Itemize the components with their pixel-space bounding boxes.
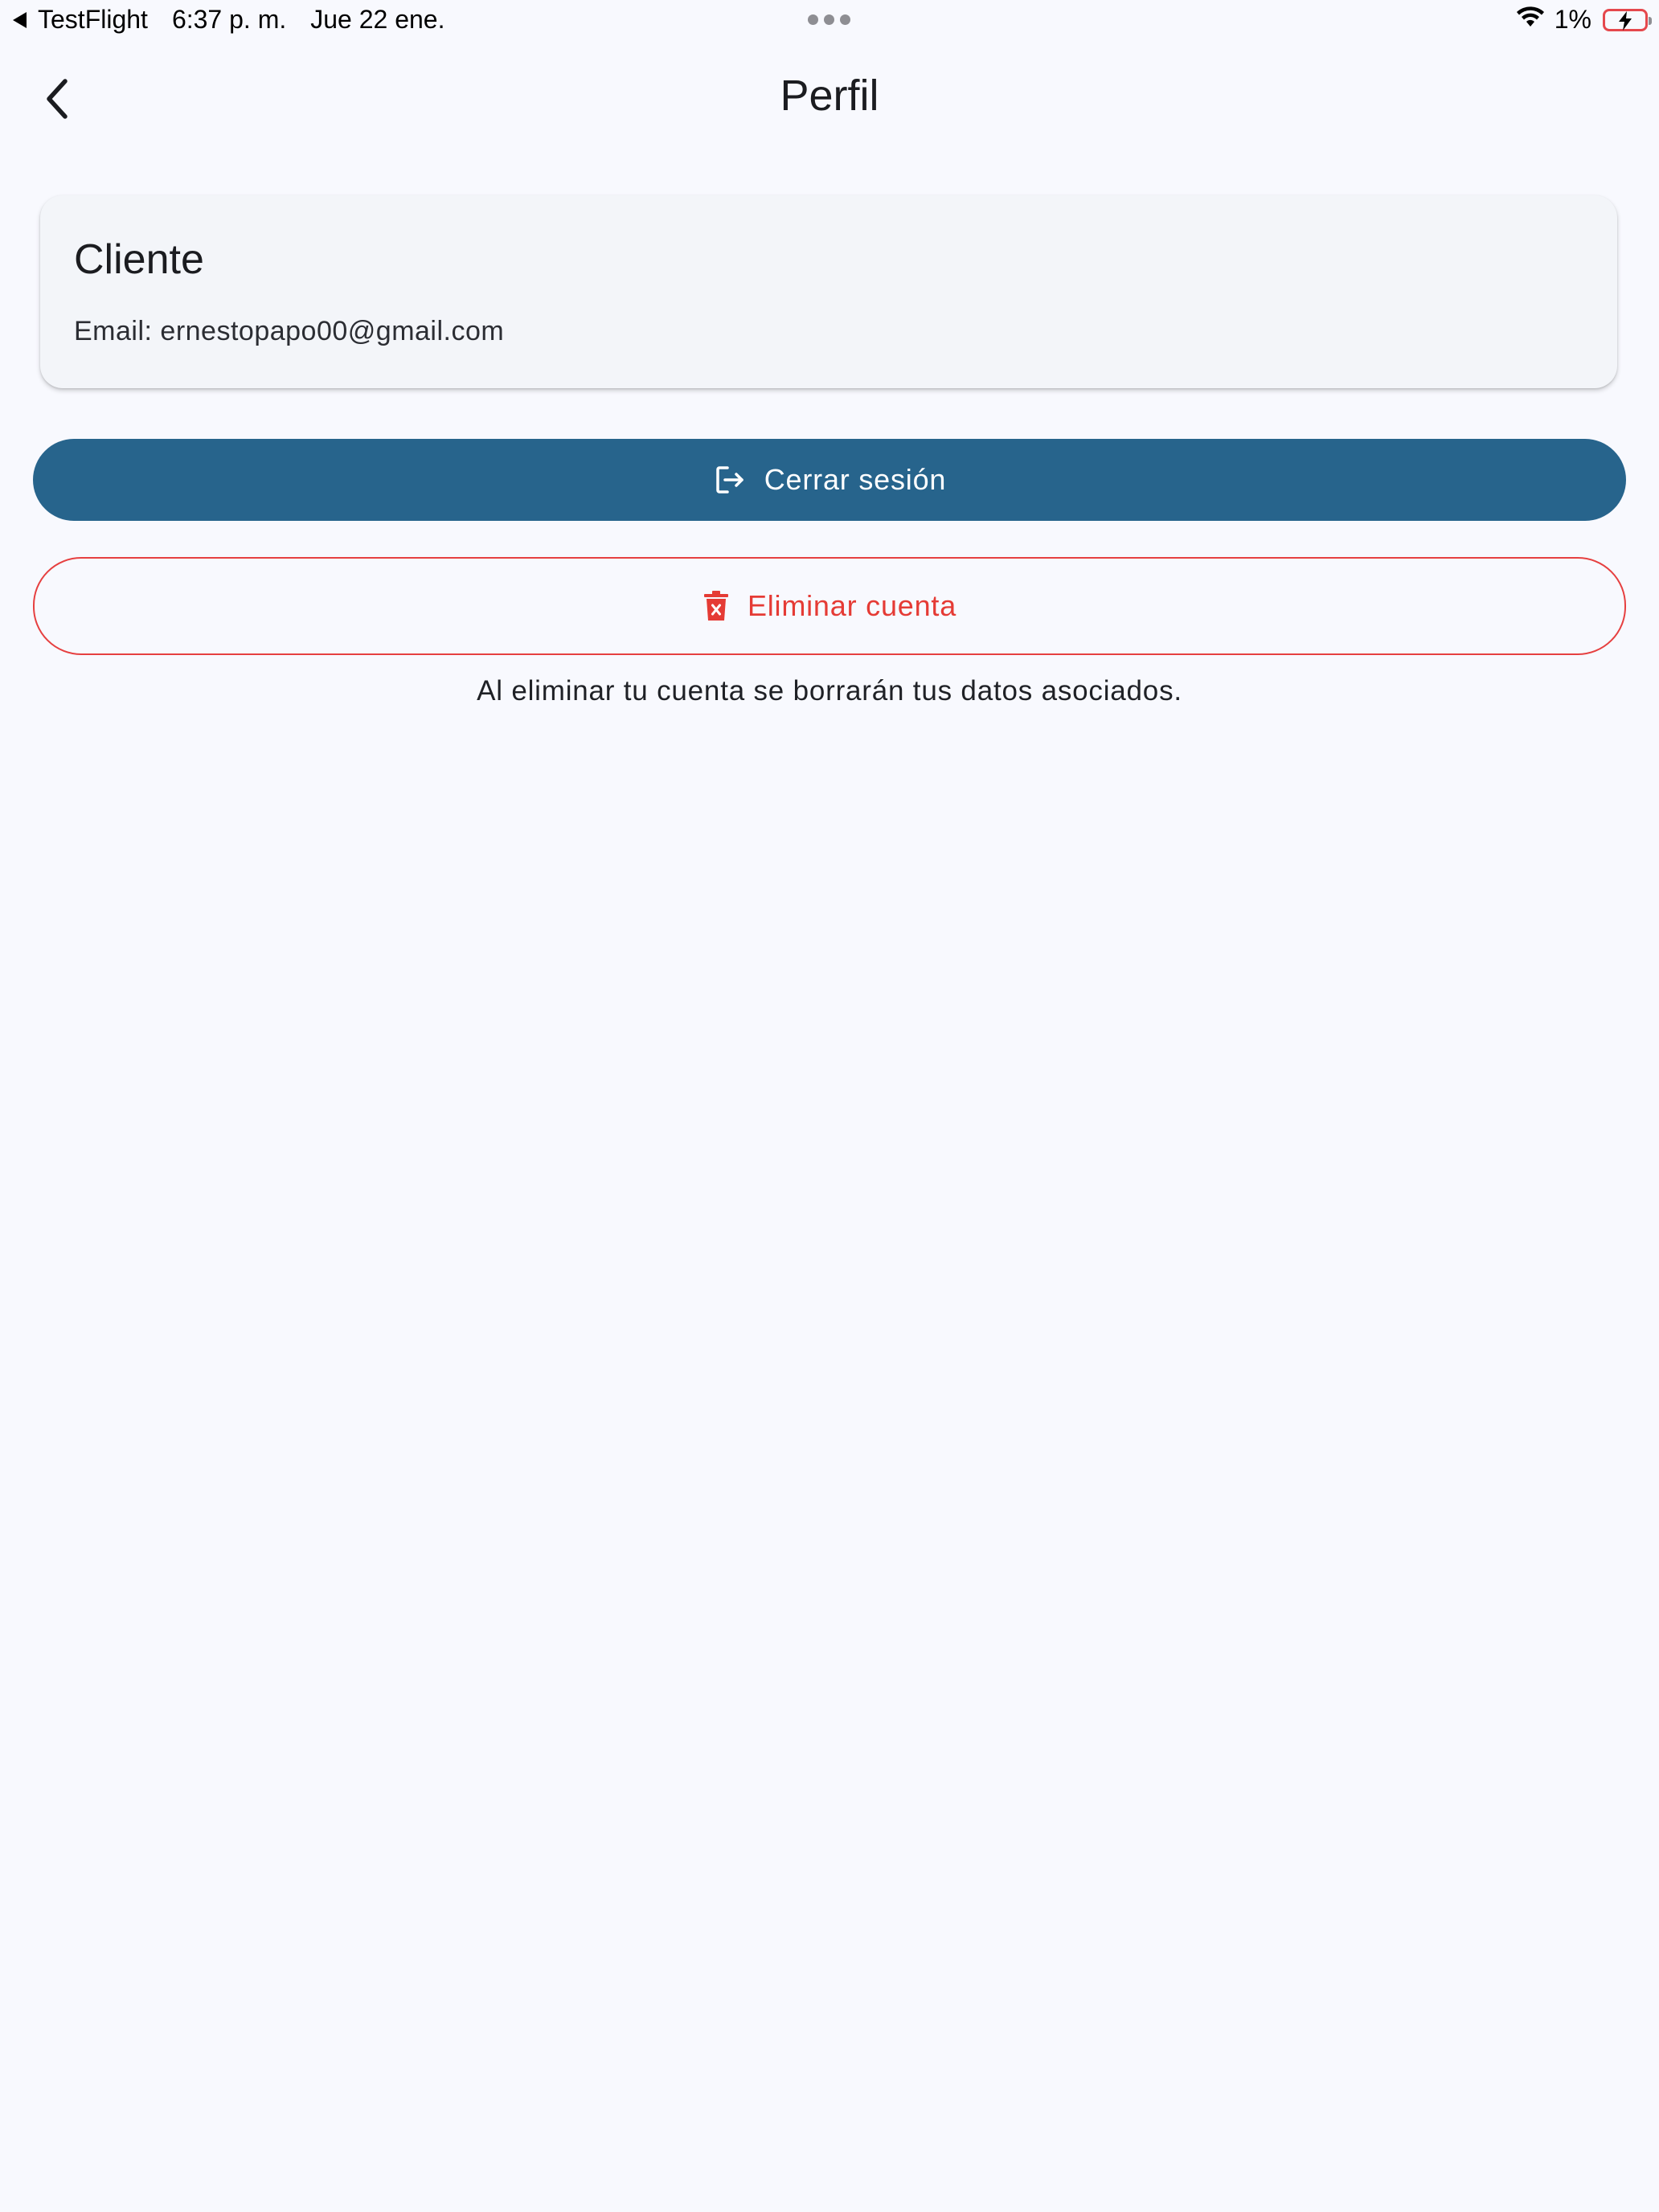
- status-date: Jue 22 ene.: [310, 5, 445, 34]
- status-bar-right: 1%: [1516, 5, 1652, 35]
- logout-icon: [713, 463, 747, 497]
- profile-name: Cliente: [74, 236, 204, 283]
- status-bar: TestFlight 6:37 p. m. Jue 22 ene. 1%: [0, 0, 1659, 40]
- status-time: 6:37 p. m.: [171, 5, 287, 34]
- back-to-app-label[interactable]: TestFlight: [38, 5, 148, 35]
- logout-button[interactable]: Cerrar sesión: [33, 439, 1626, 521]
- back-to-app-icon[interactable]: [13, 11, 27, 28]
- profile-card: Cliente Email: ernestopapo00@gmail.com: [40, 195, 1617, 388]
- page-title: Perfil: [780, 72, 879, 120]
- multitasking-dots-icon[interactable]: [808, 14, 850, 25]
- battery-percentage: 1%: [1554, 5, 1591, 34]
- logout-button-label: Cerrar sesión: [764, 463, 947, 496]
- app-bar: Perfil: [0, 56, 1659, 145]
- delete-account-label: Eliminar cuenta: [747, 589, 957, 622]
- trash-icon: [703, 590, 730, 622]
- status-bar-left: TestFlight 6:37 p. m. Jue 22 ene.: [13, 5, 444, 35]
- wifi-icon: [1516, 5, 1545, 35]
- delete-account-button[interactable]: Eliminar cuenta: [33, 557, 1626, 655]
- delete-account-note: Al eliminar tu cuenta se borrarán tus da…: [477, 675, 1182, 707]
- profile-email: Email: ernestopapo00@gmail.com: [74, 316, 505, 346]
- battery-charging-icon: [1603, 8, 1652, 31]
